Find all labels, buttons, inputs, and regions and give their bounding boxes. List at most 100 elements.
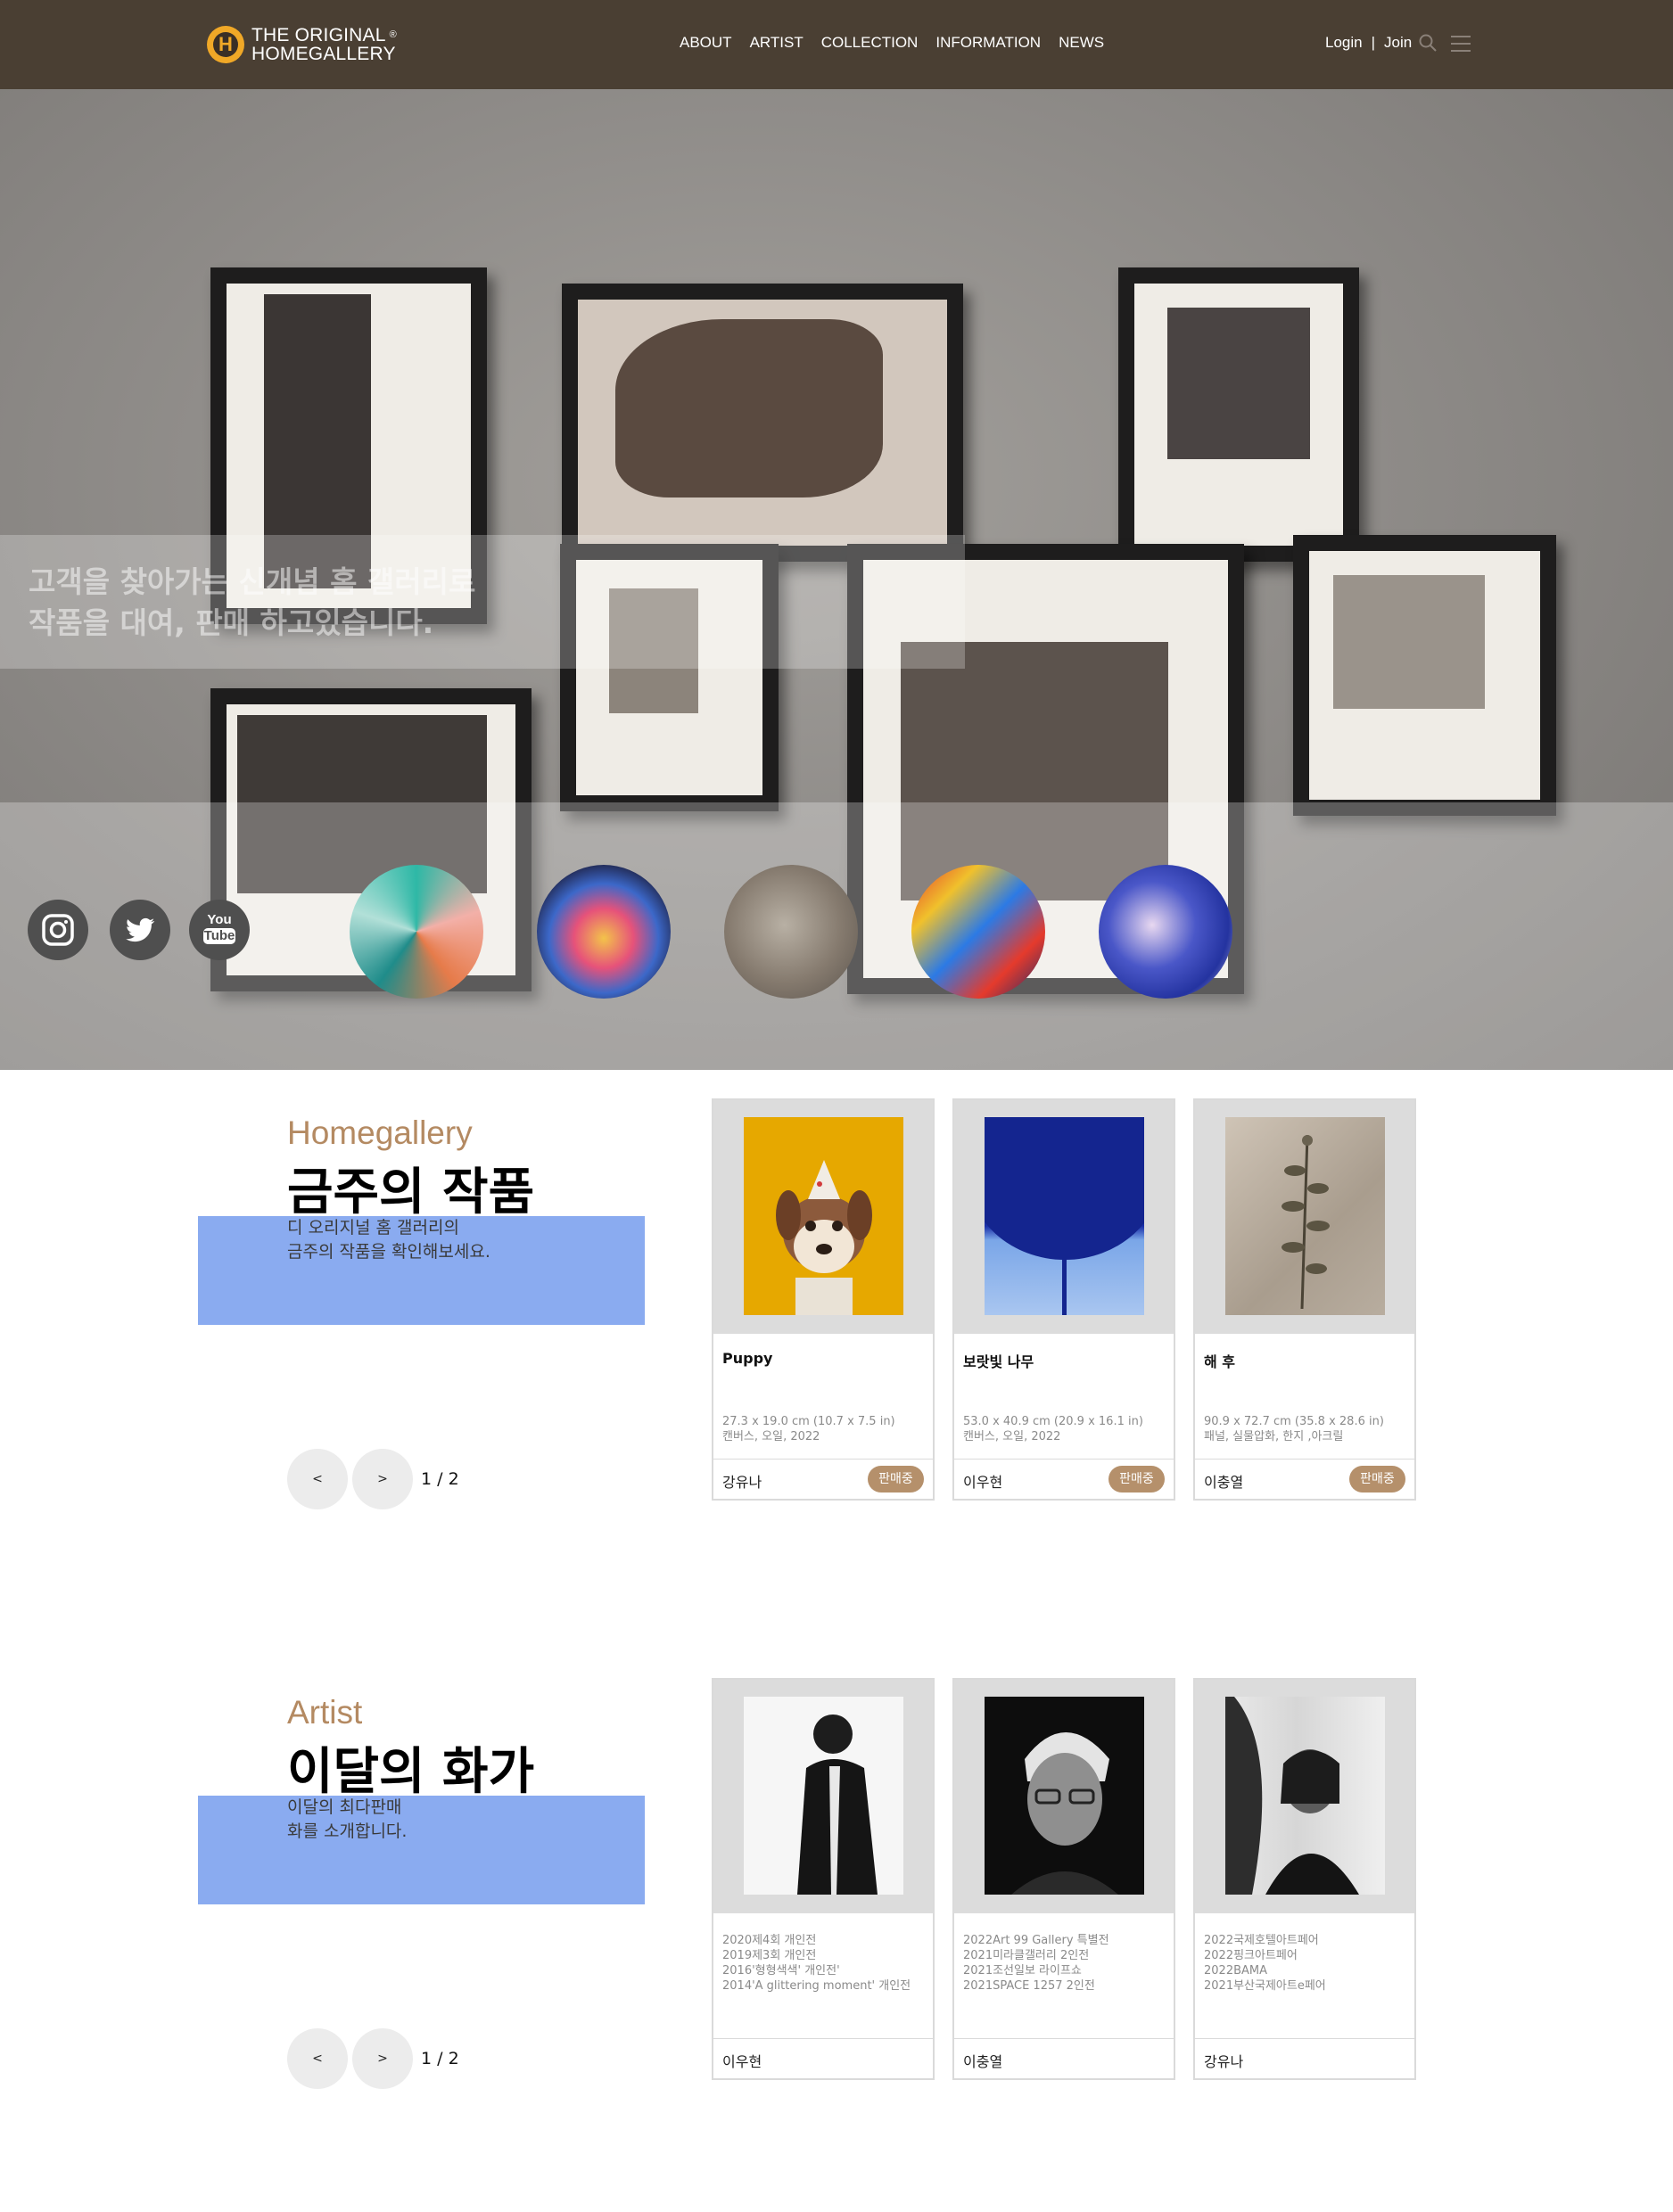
auth-separator: | bbox=[1371, 34, 1376, 51]
logo-line-1: THE ORIGINAL bbox=[251, 25, 386, 45]
hero-frame-coffee bbox=[562, 284, 963, 562]
card-divider bbox=[713, 1459, 933, 1460]
artists-desc-line-2: 화를 소개합니다. bbox=[287, 1821, 408, 1841]
site-logo[interactable]: H THE ORIGINAL ® HOMEGALLERY bbox=[207, 20, 397, 70]
hero-headline-line-1: 고객을 찾아가는 신개념 홈 갤러리로 bbox=[29, 564, 476, 599]
weekly-subtitle: Homegallery bbox=[287, 1114, 473, 1151]
featured-art-circle-5[interactable] bbox=[1099, 865, 1232, 999]
artist-name: 이충열 bbox=[963, 2053, 1003, 2070]
logo-text: THE ORIGINAL ® HOMEGALLERY bbox=[251, 26, 397, 63]
hamburger-menu-icon[interactable] bbox=[1451, 36, 1471, 53]
weekly-next-button[interactable]: > bbox=[352, 1449, 413, 1509]
artist-photo-lee-woohyun bbox=[744, 1697, 903, 1895]
artist-history-1: 2022Art 99 Gallery 특별전 bbox=[963, 1934, 1109, 1947]
artwork-medium: 캔버스, 오일, 2022 bbox=[722, 1430, 820, 1443]
artist-history-3: 2021조선일보 라이프쇼 bbox=[963, 1964, 1082, 1978]
artwork-artist: 이우현 bbox=[963, 1474, 1003, 1491]
auth-links: Login | Join bbox=[1325, 34, 1412, 52]
logo-mark-icon: H bbox=[207, 26, 244, 63]
hero-frame-branches bbox=[1293, 535, 1556, 816]
join-link[interactable]: Join bbox=[1384, 34, 1412, 52]
artwork-image-puppy bbox=[744, 1117, 903, 1315]
artwork-title: Puppy bbox=[722, 1350, 773, 1367]
artists-desc-box bbox=[198, 1796, 645, 1904]
artists-next-button[interactable]: > bbox=[352, 2028, 413, 2089]
artist-history-1: 2022국제호텔아트페어 bbox=[1204, 1934, 1319, 1947]
nav-news[interactable]: NEWS bbox=[1059, 34, 1104, 52]
card-divider bbox=[713, 2038, 933, 2039]
featured-art-circle-2[interactable] bbox=[537, 865, 671, 999]
artwork-size: 53.0 x 40.9 cm (20.9 x 16.1 in) bbox=[963, 1415, 1143, 1428]
weekly-title: 금주의 작품 bbox=[287, 1164, 535, 1221]
twitter-icon[interactable] bbox=[110, 900, 170, 960]
artist-card[interactable]: 2020제4회 개인전 2019제3회 개인전 2016'형형색색' 개인전' … bbox=[712, 1678, 935, 2080]
artist-card[interactable]: 2022Art 99 Gallery 특별전 2021미라클갤러리 2인전 20… bbox=[952, 1678, 1175, 2080]
artwork-size: 27.3 x 19.0 cm (10.7 x 7.5 in) bbox=[722, 1415, 895, 1428]
on-sale-badge: 판매중 bbox=[868, 1466, 924, 1492]
hero-headline-line-2: 작품을 대여, 판매 하고있습니다. bbox=[29, 605, 434, 640]
artist-history-2: 2022핑크아트페어 bbox=[1204, 1949, 1298, 1962]
artists-description: 이달의 최다판매 화를 소개합니다. bbox=[287, 1796, 407, 1844]
hero-banner: 고객을 찾아가는 신개념 홈 갤러리로 작품을 대여, 판매 하고있습니다. Y… bbox=[0, 89, 1673, 1070]
artist-history-2: 2019제3회 개인전 bbox=[722, 1949, 817, 1962]
artists-page-indicator: 1 / 2 bbox=[421, 2049, 459, 2068]
artist-history-4: 2014'A glittering moment' 개인전 bbox=[722, 1979, 911, 1993]
featured-art-circle-4[interactable] bbox=[911, 865, 1045, 999]
instagram-icon[interactable] bbox=[28, 900, 88, 960]
hero-frame-couple bbox=[1118, 267, 1359, 562]
artwork-image-purple-tree bbox=[985, 1117, 1144, 1315]
artwork-medium: 패널, 실물압화, 한지 ,아크릴 bbox=[1204, 1430, 1344, 1443]
weekly-prev-button[interactable]: < bbox=[287, 1449, 348, 1509]
artwork-medium: 캔버스, 오일, 2022 bbox=[963, 1430, 1061, 1443]
nav-about[interactable]: ABOUT bbox=[680, 34, 732, 52]
artist-history-3: 2022BAMA bbox=[1204, 1964, 1268, 1978]
artwork-image-reunion bbox=[1225, 1117, 1385, 1315]
on-sale-badge: 판매중 bbox=[1349, 1466, 1405, 1492]
main-nav: ABOUT ARTIST COLLECTION INFORMATION NEWS bbox=[680, 34, 1104, 52]
logo-registered-mark: ® bbox=[389, 29, 397, 40]
youtube-icon[interactable]: You Tube bbox=[189, 900, 250, 960]
youtube-label-tube: Tube bbox=[203, 928, 235, 944]
artwork-artist: 강유나 bbox=[722, 1474, 762, 1491]
artist-history-4: 2021SPACE 1257 2인전 bbox=[963, 1979, 1095, 1993]
featured-art-circle-3[interactable] bbox=[724, 865, 858, 999]
artists-prev-button[interactable]: < bbox=[287, 2028, 348, 2089]
nav-artist[interactable]: ARTIST bbox=[750, 34, 804, 52]
artwork-card[interactable]: Puppy 27.3 x 19.0 cm (10.7 x 7.5 in) 캔버스… bbox=[712, 1098, 935, 1501]
artist-name: 강유나 bbox=[1204, 2053, 1244, 2070]
artwork-size: 90.9 x 72.7 cm (35.8 x 28.6 in) bbox=[1204, 1415, 1384, 1428]
nav-information[interactable]: INFORMATION bbox=[935, 34, 1041, 52]
artist-history-2: 2021미라클갤러리 2인전 bbox=[963, 1949, 1090, 1962]
artist-photo-lee-chungyeol bbox=[985, 1697, 1144, 1895]
search-icon[interactable] bbox=[1418, 33, 1438, 53]
hero-headline: 고객을 찾아가는 신개념 홈 갤러리로 작품을 대여, 판매 하고있습니다. bbox=[29, 562, 475, 644]
artists-subtitle: Artist bbox=[287, 1694, 363, 1731]
artwork-title: 해 후 bbox=[1204, 1353, 1236, 1370]
artwork-title: 보랏빛 나무 bbox=[963, 1353, 1034, 1370]
weekly-description: 디 오리지널 홈 갤러리의 금주의 작품을 확인해보세요. bbox=[287, 1216, 490, 1264]
artist-history-3: 2016'형형색색' 개인전' bbox=[722, 1964, 840, 1978]
featured-art-circle-1[interactable] bbox=[350, 865, 483, 999]
artwork-card[interactable]: 해 후 90.9 x 72.7 cm (35.8 x 28.6 in) 패널, … bbox=[1193, 1098, 1416, 1501]
weekly-desc-line-2: 금주의 작품을 확인해보세요. bbox=[287, 1242, 490, 1262]
weekly-page-indicator: 1 / 2 bbox=[421, 1469, 459, 1489]
login-link[interactable]: Login bbox=[1325, 34, 1363, 52]
artist-history-1: 2020제4회 개인전 bbox=[722, 1934, 817, 1947]
card-divider bbox=[1195, 2038, 1414, 2039]
artwork-artist: 이충열 bbox=[1204, 1474, 1244, 1491]
artist-history-4: 2021부산국제아트e페어 bbox=[1204, 1979, 1326, 1993]
nav-collection[interactable]: COLLECTION bbox=[821, 34, 919, 52]
artwork-card[interactable]: 보랏빛 나무 53.0 x 40.9 cm (20.9 x 16.1 in) 캔… bbox=[952, 1098, 1175, 1501]
card-divider bbox=[1195, 1459, 1414, 1460]
artist-card[interactable]: 2022국제호텔아트페어 2022핑크아트페어 2022BAMA 2021부산국… bbox=[1193, 1678, 1416, 2080]
youtube-label-you: You bbox=[207, 912, 232, 927]
site-header: H THE ORIGINAL ® HOMEGALLERY ABOUT ARTIST… bbox=[0, 0, 1673, 89]
artists-desc-line-1: 이달의 최다판매 bbox=[287, 1797, 402, 1817]
card-divider bbox=[954, 2038, 1174, 2039]
weekly-desc-line-1: 디 오리지널 홈 갤러리의 bbox=[287, 1218, 459, 1238]
logo-line-2: HOMEGALLERY bbox=[251, 44, 396, 64]
artist-name: 이우현 bbox=[722, 2053, 762, 2070]
artists-title: 이달의 화가 bbox=[287, 1743, 535, 1801]
on-sale-badge: 판매중 bbox=[1108, 1466, 1165, 1492]
card-divider bbox=[954, 1459, 1174, 1460]
